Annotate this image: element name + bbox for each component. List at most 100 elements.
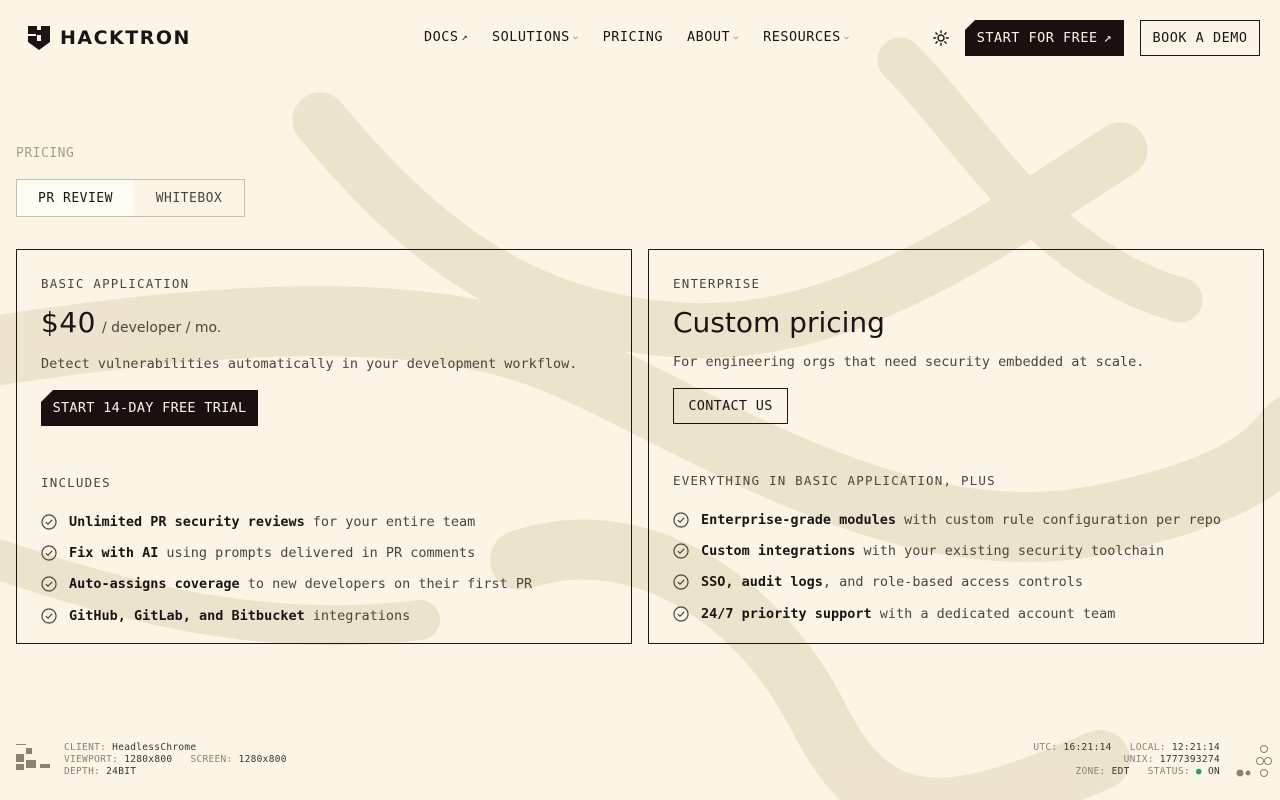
nav-about[interactable]: ABOUT ⌵ [687, 29, 739, 45]
screen-value: 1280x800 [238, 754, 287, 765]
zone-value: EDT [1111, 766, 1130, 777]
feature-title: Enterprise-grade modules [701, 511, 897, 528]
shield-h-icon [28, 26, 50, 50]
chevron-down-icon: ⌵ [733, 32, 740, 42]
status-label: STATUS: [1147, 766, 1190, 777]
sound-controls-icon[interactable] [1236, 744, 1272, 780]
tab-pr-review-label: PR REVIEW [38, 190, 113, 206]
list-item: Enterprise-grade modules with custom rul… [673, 504, 1221, 535]
nav-about-label: ABOUT [687, 29, 731, 45]
list-item: Auto-assigns coverage to new developers … [41, 569, 532, 600]
plan-description: Detect vulnerabilities automatically in … [41, 356, 578, 372]
price-amount: $40 [41, 306, 96, 339]
list-item: 24/7 priority support with a dedicated a… [673, 598, 1221, 629]
feature-list: Enterprise-grade modules with custom rul… [673, 504, 1221, 629]
feature-detail: with custom rule configuration per repo [904, 511, 1222, 528]
brand-name: HACKTRON [60, 27, 191, 49]
pixel-logo-icon [16, 742, 52, 780]
check-circle-icon [673, 605, 689, 622]
start-for-free-button[interactable]: START FOR FREE ↗ [965, 20, 1124, 56]
time-status: UTC: 16:21:14 LOCAL: 12:21:14 UNIX: 1777… [1033, 742, 1220, 778]
client-label: CLIENT: [64, 742, 107, 753]
check-circle-icon [41, 576, 57, 592]
external-arrow-icon: ↗ [461, 31, 469, 43]
plan-price: $40 / developer / mo. [41, 306, 221, 339]
check-circle-icon [673, 512, 689, 528]
plan-label: ENTERPRISE [673, 276, 761, 291]
plan-label: BASIC APPLICATION [41, 276, 190, 291]
check-circle-icon [41, 545, 57, 561]
depth-value: 24BIT [106, 766, 137, 777]
nav-solutions-label: SOLUTIONS [492, 29, 570, 45]
list-item: GitHub, GitLab, and Bitbucket integratio… [41, 600, 532, 631]
unix-value: 1777393274 [1159, 754, 1220, 765]
check-circle-icon [673, 574, 689, 590]
utc-label: UTC: [1033, 742, 1058, 753]
basic-plan-card: BASIC APPLICATION $40 / developer / mo. … [16, 249, 632, 644]
feature-detail: integrations [312, 607, 411, 624]
zone-label: ZONE: [1075, 766, 1106, 777]
nav-solutions[interactable]: SOLUTIONS ⌵ [492, 29, 579, 45]
chevron-down-icon: ⌵ [843, 32, 850, 42]
local-label: LOCAL: [1129, 742, 1166, 753]
utc-value: 16:21:14 [1063, 742, 1112, 753]
unix-label: UNIX: [1123, 754, 1154, 765]
start-trial-label: START 14-DAY FREE TRIAL [52, 400, 247, 416]
start-for-free-label: START FOR FREE [976, 30, 1098, 46]
site-header: HACKTRON DOCS ↗ SOLUTIONS ⌵ PRICING ABOU… [0, 0, 1280, 76]
feature-detail: for your entire team [312, 513, 476, 530]
feature-detail: with a dedicated account team [879, 605, 1116, 622]
feature-title: GitHub, GitLab, and Bitbucket [69, 607, 305, 624]
nav-docs[interactable]: DOCS ↗ [424, 29, 468, 45]
list-item: Custom integrations with your existing s… [673, 535, 1221, 566]
feature-title: Fix with AI [69, 544, 159, 561]
main-nav: DOCS ↗ SOLUTIONS ⌵ PRICING ABOUT ⌵ RESOU… [424, 29, 874, 45]
client-status: CLIENT: HeadlessChrome VIEWPORT: 1280x80… [16, 742, 287, 780]
check-circle-icon [41, 607, 57, 624]
contact-us-label: CONTACT US [688, 398, 773, 414]
feature-title: Auto-assigns coverage [69, 576, 240, 593]
feature-detail: with your existing security toolchain [863, 542, 1165, 559]
local-value: 12:21:14 [1171, 742, 1220, 753]
feature-title: 24/7 priority support [701, 605, 872, 622]
screen-label: SCREEN: [190, 754, 233, 765]
tab-whitebox[interactable]: WHITEBOX [134, 180, 244, 216]
status-dot-icon: ● [1195, 766, 1202, 777]
external-arrow-icon: ↗ [1103, 30, 1113, 46]
feature-title: Custom integrations [701, 542, 856, 559]
nav-resources-label: RESOURCES [763, 29, 841, 45]
enterprise-plan-card: ENTERPRISE Custom pricing For engineerin… [648, 249, 1264, 644]
client-info: CLIENT: HeadlessChrome VIEWPORT: 1280x80… [64, 742, 287, 780]
pricing-section-label: PRICING [16, 146, 75, 161]
start-trial-button[interactable]: START 14-DAY FREE TRIAL [41, 390, 258, 426]
feature-detail: to new developers on their first PR [247, 576, 533, 593]
book-demo-label: BOOK A DEMO [1152, 30, 1248, 46]
client-value: HeadlessChrome [112, 742, 197, 753]
includes-label: EVERYTHING IN BASIC APPLICATION, PLUS [673, 473, 996, 488]
chevron-down-icon: ⌵ [572, 32, 579, 42]
tab-pr-review[interactable]: PR REVIEW [17, 180, 134, 216]
nav-pricing-label: PRICING [602, 29, 664, 45]
pricing-tabs: PR REVIEW WHITEBOX [16, 179, 245, 217]
contact-us-button[interactable]: CONTACT US [673, 388, 788, 424]
plan-price: Custom pricing [673, 306, 885, 339]
nav-docs-label: DOCS [424, 29, 459, 45]
feature-title: Unlimited PR security reviews [69, 513, 305, 530]
check-circle-icon [41, 514, 57, 530]
price-unit: / developer / mo. [101, 320, 222, 336]
feature-detail: using prompts delivered in PR comments [166, 544, 476, 561]
check-circle-icon [673, 543, 689, 559]
feature-title: SSO, audit logs [701, 574, 823, 591]
nav-pricing[interactable]: PRICING [603, 29, 663, 45]
book-demo-button[interactable]: BOOK A DEMO [1140, 20, 1260, 56]
feature-list: Unlimited PR security reviews for your e… [41, 506, 532, 631]
brand-logo[interactable]: HACKTRON [28, 26, 191, 50]
viewport-label: VIEWPORT: [64, 754, 119, 765]
nav-resources[interactable]: RESOURCES ⌵ [763, 29, 850, 45]
list-item: SSO, audit logs , and role-based access … [673, 567, 1221, 598]
list-item: Unlimited PR security reviews for your e… [41, 506, 532, 537]
tab-whitebox-label: WHITEBOX [155, 190, 223, 206]
includes-label: INCLUDES [41, 475, 111, 490]
sun-icon[interactable] [932, 29, 950, 47]
plan-description: For engineering orgs that need security … [673, 354, 1145, 370]
